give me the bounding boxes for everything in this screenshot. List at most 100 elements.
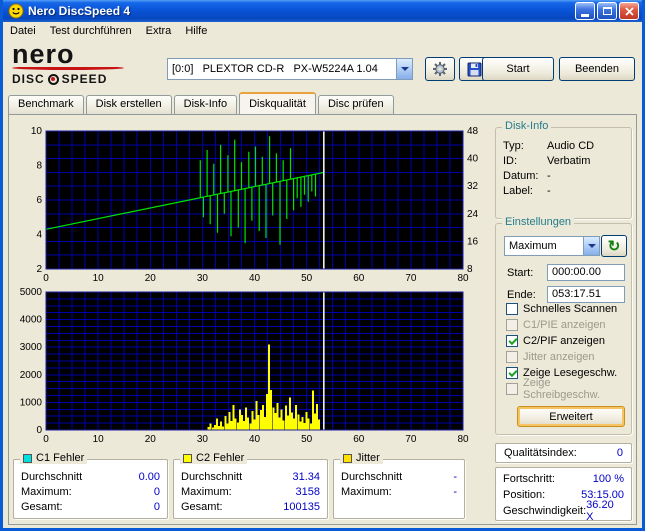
minimize-button[interactable] [575,2,595,20]
quality-index-value: 0 [616,447,623,459]
menu-bar: Datei Test durchführen Extra Hilfe [3,22,642,40]
speed-select[interactable]: Maximum [504,236,600,256]
logo-disc-text: DISC [12,72,45,86]
svg-text:60: 60 [353,434,365,445]
checkbox-c1-pie-anzeigen: C1/PIE anzeigen [506,318,629,331]
chevron-down-icon[interactable] [583,237,599,255]
svg-text:48: 48 [467,126,479,137]
jitter-maximum-row: Maximum: - [341,485,457,498]
nero-logo-text: nero [12,39,75,69]
c2-error-panel: C2 Fehler Durchschnitt 31.34 Maximum: 3158… [173,452,328,519]
settings-group: Einstellungen Maximum ↻ Start: 000:00.00… [495,216,632,435]
jitter-average-row: Durchschnitt - [341,470,457,483]
c1-color-chip [23,453,32,463]
checkbox-box [506,382,518,395]
svg-text:80: 80 [457,434,469,445]
minimize-icon [581,13,589,17]
checkbox-box[interactable] [506,366,518,379]
c1-total-row: Gesamt: 0 [21,500,160,513]
app-icon [8,3,24,19]
quit-button[interactable]: Beenden [559,57,635,81]
c2-total-row: Gesamt: 100135 [181,500,320,513]
refresh-icon: ↻ [607,237,621,255]
speed-select-value: Maximum [509,240,557,252]
svg-text:40: 40 [249,434,261,445]
tab-benchmark[interactable]: Benchmark [8,95,84,114]
menu-test-durchführen[interactable]: Test durchführen [43,23,139,39]
maximize-icon [602,7,612,15]
checkbox-jitter-anzeigen: Jitter anzeigen [506,350,629,363]
svg-text:8: 8 [36,161,42,172]
svg-text:4000: 4000 [20,315,43,326]
drive-select[interactable]: [0:0] PLEXTOR CD-R PX-W5224A 1.04 [167,58,413,80]
disk-type-row: Typ: Audio CD [503,139,595,152]
svg-text:0: 0 [43,434,49,445]
jitter-panel-caption: Jitter [340,452,383,464]
checkbox-zeige-schreibgeschw: Zeige Schreibgeschw. [506,377,629,401]
svg-text:2000: 2000 [20,370,43,381]
svg-text:2: 2 [36,264,42,275]
start-time-field[interactable]: 000:00.00 [547,264,625,281]
gear-icon [433,62,447,76]
c1-panel-caption: C1 Fehler [20,452,88,464]
svg-text:40: 40 [467,154,479,165]
c1-maximum-row: Maximum: 0 [21,485,160,498]
c2-panel-title: C2 Fehler [196,452,245,464]
nero-eye-icon [47,73,59,85]
svg-text:0: 0 [36,425,42,436]
svg-text:5000: 5000 [20,287,43,298]
tab-disk-erstellen[interactable]: Disk erstellen [85,95,172,114]
start-time-label: Start: [507,267,534,279]
floppy-disk-icon [467,62,481,76]
svg-text:10: 10 [31,126,43,137]
advanced-button[interactable]: Erweitert [517,406,625,427]
tab-disc-prüfen[interactable]: Disc prüfen [317,95,394,114]
jitter-panel: Jitter Durchschnitt - Maximum: - [333,452,465,519]
disk-label-row: Label: - [503,184,551,197]
menu-datei[interactable]: Datei [3,23,43,39]
maximize-button[interactable] [597,2,617,20]
progress-row: Fortschritt: 100 % [503,473,624,485]
menu-hilfe[interactable]: Hilfe [178,23,214,39]
end-time-field[interactable]: 053:17.51 [547,286,625,303]
svg-text:3000: 3000 [20,342,43,353]
c2-maximum-row: Maximum: 3158 [181,485,320,498]
titlebar[interactable]: Nero DiscSpeed 4 [3,0,642,22]
svg-text:6: 6 [36,195,42,206]
options-button[interactable] [425,57,455,81]
disk-date-row: Datum: - [503,169,551,182]
c2-error-chart: 5000 4000 3000 2000 1000 0 0 10 20 30 40 50 60 70 80 [9,283,487,449]
checkbox-box[interactable] [506,302,518,315]
tab-disk-info[interactable]: Disk-Info [173,95,238,114]
svg-text:16: 16 [467,236,479,247]
start-button[interactable]: Start [482,57,554,81]
c1-average-row: Durchschnitt 0.00 [21,470,160,483]
svg-text:50: 50 [301,434,313,445]
checkbox-schnelles-scannen[interactable]: Schnelles Scannen [506,302,629,315]
svg-text:24: 24 [467,209,479,220]
c2-average-row: Durchschnitt 31.34 [181,470,320,483]
app-window: Nero DiscSpeed 4 Datei Test durchführen Ex… [0,0,645,531]
jitter-panel-title: Jitter [356,452,380,464]
refresh-button[interactable]: ↻ [601,235,627,257]
menu-extra[interactable]: Extra [139,23,179,39]
tab-page: 10 8 6 4 2 48 40 32 24 16 8 0 10 20 30 40 50 60 70 80 5000 4… [8,114,637,525]
svg-text:30: 30 [197,434,209,445]
checkbox-label: Jitter anzeigen [523,350,595,363]
chevron-down-icon[interactable] [396,59,412,79]
tab-bar: Benchmark Disk erstellen Disk-Info Diskqual… [8,92,396,114]
speed-row: Geschwindigkeit: 36.20 X [503,499,614,523]
c1-error-panel: C1 Fehler Durchschnitt 0.00 Maximum: 0 Ges… [13,452,168,519]
close-icon [624,6,634,16]
checkbox-box [506,318,518,331]
checkbox-c2-pif-anzeigen[interactable]: C2/PIF anzeigen [506,334,629,347]
checkbox-label: C1/PIE anzeigen [523,318,606,331]
svg-text:10: 10 [93,434,105,445]
close-button[interactable] [619,2,639,20]
c1-panel-title: C1 Fehler [36,452,85,464]
window-title: Nero DiscSpeed 4 [28,4,131,18]
drive-select-value: [0:0] PLEXTOR CD-R PX-W5224A 1.04 [172,63,378,75]
checkbox-box[interactable] [506,334,518,347]
checkbox-box [506,350,518,363]
tab-diskqualität[interactable]: Diskqualität [239,92,316,114]
